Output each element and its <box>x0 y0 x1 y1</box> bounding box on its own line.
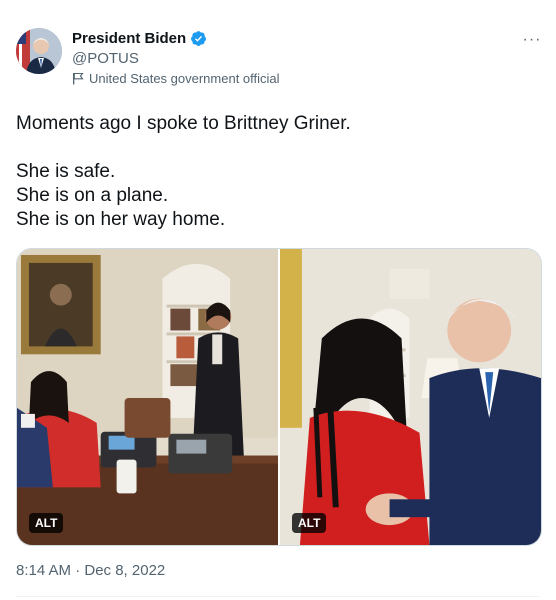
tweet-card: President Biden @POTUS United States gov… <box>0 0 556 600</box>
avatar[interactable] <box>16 28 62 74</box>
author-name-row: President Biden <box>72 30 207 47</box>
government-label: United States government official <box>72 71 280 86</box>
timestamp[interactable]: 8:14 AM · Dec 8, 2022 <box>16 562 165 579</box>
verified-badge-icon <box>190 30 207 47</box>
author-handle[interactable]: @POTUS <box>72 50 139 67</box>
photo-embrace[interactable]: ALT <box>280 249 541 545</box>
divider <box>16 596 540 597</box>
more-options-icon[interactable]: ··· <box>522 30 542 50</box>
photo-oval-office[interactable]: ALT <box>17 249 278 545</box>
government-label-text[interactable]: United States government official <box>89 71 280 86</box>
tweet-line: Moments ago I spoke to Brittney Griner. <box>16 113 351 134</box>
tweet-line: She is on a plane. <box>16 185 169 206</box>
tweet-line: She is on her way home. <box>16 209 226 230</box>
media-grid: ALT ALT <box>16 248 542 546</box>
government-flag-icon <box>72 72 84 85</box>
display-name[interactable]: President Biden <box>72 30 186 47</box>
tweet-text: Moments ago I spoke to Brittney Griner. … <box>16 112 536 232</box>
alt-badge[interactable]: ALT <box>292 513 327 533</box>
alt-badge[interactable]: ALT <box>29 513 64 533</box>
tweet-line: She is safe. <box>16 161 116 182</box>
